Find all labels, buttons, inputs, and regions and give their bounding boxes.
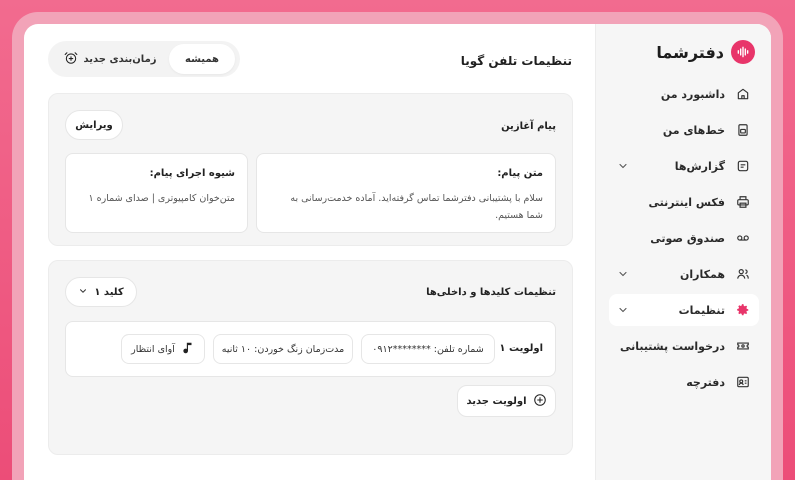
users-icon — [735, 266, 751, 282]
plus-circle-icon — [533, 393, 547, 410]
phone-number-chip[interactable]: شماره تلفن: ********۰۹۱۲ — [361, 334, 495, 364]
sidebar-item-label: گزارش‌ها — [674, 159, 725, 173]
main-content: تنظیمات تلفن گویا زمان‌بندی جدید همیشه پ… — [24, 24, 595, 480]
gear-icon — [735, 302, 751, 318]
ticket-icon — [735, 338, 751, 354]
ring-duration-chip[interactable]: مدت‌زمان زنگ خوردن: ۱۰ ثانیه — [213, 334, 353, 364]
edit-button[interactable]: ویرایش — [65, 110, 123, 140]
music-note-icon — [181, 341, 195, 358]
sidebar-item-colleagues[interactable]: همکاران — [609, 258, 759, 290]
sidebar-item-label: درخواست پشتیبانی — [619, 339, 725, 353]
message-label: متن پیام: — [497, 168, 543, 179]
hold-music-text: آوای انتظار — [131, 343, 175, 355]
welcome-title: پیام آغازین — [501, 121, 556, 132]
method-text: متن‌خوان کامپیوتری | صدای شماره ۱ — [88, 193, 235, 204]
chevron-down-icon — [78, 286, 88, 299]
keys-title: تنظیمات کلیدها و داخلی‌ها — [426, 287, 556, 298]
message-text: سلام با پشتیبانی دفترشما تماس گرفته‌اید.… — [267, 190, 543, 224]
report-icon — [735, 158, 751, 174]
app-window: تنظیمات تلفن گویا زمان‌بندی جدید همیشه پ… — [24, 24, 771, 480]
sidebar-item-phonebook[interactable]: دفترچه — [609, 366, 759, 398]
message-text-line2: شما هستیم. — [495, 210, 543, 221]
key-select-dropdown[interactable]: کلید ۱ — [65, 277, 137, 307]
sidebar-item-reports[interactable]: گزارش‌ها — [609, 150, 759, 182]
add-priority-button[interactable]: اولویت جدید — [457, 385, 556, 417]
sidebar-item-label: دفترچه — [686, 375, 725, 389]
new-schedule-button[interactable]: زمان‌بندی جدید — [51, 44, 169, 74]
sidebar-item-label: داشبورد من — [660, 87, 725, 101]
edit-label: ویرایش — [75, 119, 113, 131]
alarm-clock-plus-icon — [64, 51, 78, 68]
sidebar-item-label: خط‌های من — [662, 123, 725, 137]
printer-icon — [735, 194, 751, 210]
phone-number-text: شماره تلفن: ********۰۹۱۲ — [372, 343, 484, 355]
add-priority-label: اولویت جدید — [466, 395, 527, 407]
sim-card-icon — [735, 122, 751, 138]
chevron-down-icon — [617, 160, 629, 172]
ring-duration-text: مدت‌زمان زنگ خوردن: ۱۰ ثانیه — [221, 343, 345, 355]
sidebar-item-settings[interactable]: تنظیمات — [609, 294, 759, 326]
hold-music-chip[interactable]: آوای انتظار — [121, 334, 205, 364]
soundwave-icon — [731, 40, 755, 64]
sidebar-item-voicemail[interactable]: صندوق صوتی — [609, 222, 759, 254]
method-label: شیوه اجرای پیام: — [149, 168, 235, 179]
sidebar-item-support[interactable]: درخواست پشتیبانی — [609, 330, 759, 362]
sidebar-item-label: فکس اینترنتی — [648, 195, 725, 209]
keys-settings-card: تنظیمات کلیدها و داخلی‌ها کلید ۱ اولویت … — [48, 260, 573, 455]
sidebar-item-label: صندوق صوتی — [650, 231, 725, 245]
page-title: تنظیمات تلفن گویا — [460, 54, 572, 68]
voicemail-icon — [735, 230, 751, 246]
sidebar-nav: داشبورد من خط‌های من گزارش‌ها — [609, 78, 759, 402]
message-text-box: متن پیام: سلام با پشتیبانی دفترشما تماس … — [256, 153, 556, 233]
priority-row: اولویت ۱ شماره تلفن: ********۰۹۱۲ مدت‌زم… — [65, 321, 556, 377]
home-icon — [735, 86, 751, 102]
new-schedule-label: زمان‌بندی جدید — [83, 53, 157, 65]
welcome-message-card: پیام آغازین ویرایش متن پیام: سلام با پشت… — [48, 93, 573, 246]
schedule-segmented-control: زمان‌بندی جدید همیشه — [48, 41, 240, 77]
playback-method-box: شیوه اجرای پیام: متن‌خوان کامپیوتری | صد… — [65, 153, 248, 233]
brand-name: دفترشما — [656, 42, 724, 62]
chevron-down-icon — [617, 304, 629, 316]
always-button[interactable]: همیشه — [169, 44, 235, 74]
sidebar: دفترشما داشبورد من خط‌های من گزارش‌ها — [595, 24, 771, 480]
contact-card-icon — [735, 374, 751, 390]
priority-label: اولویت ۱ — [499, 343, 543, 354]
message-text-line1: سلام با پشتیبانی دفترشما تماس گرفته‌اید.… — [290, 193, 543, 204]
always-label: همیشه — [185, 53, 219, 65]
sidebar-item-lines[interactable]: خط‌های من — [609, 114, 759, 146]
brand[interactable]: دفترشما — [656, 39, 755, 65]
sidebar-item-internet-fax[interactable]: فکس اینترنتی — [609, 186, 759, 218]
key-select-label: کلید ۱ — [94, 286, 124, 298]
sidebar-item-dashboard[interactable]: داشبورد من — [609, 78, 759, 110]
sidebar-item-label: تنظیمات — [678, 303, 725, 317]
chevron-down-icon — [617, 268, 629, 280]
sidebar-item-label: همکاران — [679, 267, 725, 281]
